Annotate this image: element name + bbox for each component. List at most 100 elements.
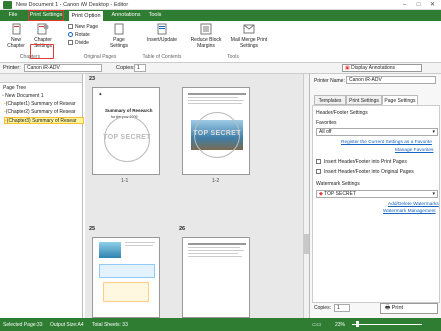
tree-item-document[interactable]: ▫ New Document 1 [2,93,82,100]
tab-file[interactable]: File [4,10,22,21]
tab-print-settings[interactable]: Print Settings [28,10,64,21]
page-number-26: 26 [179,226,186,232]
watermark-stamp: TOP SECRET [193,130,241,137]
rp-copies-label: Copies: [314,305,331,311]
tree-item-chapter-2[interactable]: ▪(Chapter2) Summary of Resear [4,109,84,116]
page-thumbnail-26[interactable] [182,237,250,318]
title-bar: New Document 1 - Canon iW Desktop - Edit… [0,0,441,10]
page-thumbnail-24[interactable]: TOP SECRET [182,87,250,175]
new-page-icon [68,24,73,30]
printer-select[interactable]: Canon iR-ADV [24,64,102,72]
page-23-heading: Summary of Research [105,108,153,113]
page-caption: 1-1 [121,178,129,184]
divide-button[interactable]: Divide [68,40,89,47]
minimize-button[interactable]: – [398,0,411,10]
page-26-text-line [188,253,238,254]
new-chapter-icon [12,23,20,35]
insert-update-button[interactable]: Insert/Update [143,23,181,43]
tab-tools[interactable]: Tools [146,10,164,21]
copies-input[interactable]: 1 [134,64,146,72]
insert-hf-print-checkbox[interactable] [316,159,321,164]
page-25-text-line [125,242,155,243]
page-number-23: 23 [89,76,96,82]
tab-page-settings[interactable]: Page Settings [382,95,418,105]
page-23-org: ◆ [99,92,102,96]
tree-item-chapter-1[interactable]: ▪(Chapter1) Summary of Resear [4,101,84,108]
display-annotations-label: Display Annotations [351,65,396,71]
rotate-icon [68,32,73,38]
watermark-stamp: TOP SECRET [103,134,151,141]
new-chapter-button[interactable]: New Chapter [5,23,27,49]
reduce-block-margins-icon [200,23,212,35]
page-settings-icon [114,23,124,35]
page-24-text-line [188,103,242,104]
status-output-size: Output Size:A4 [50,322,84,328]
page-settings-panel: Header/Footer Settings Favorites All off… [312,105,440,303]
tree-item-chapter-3[interactable]: ▪(Chapter3) Summary of Resear [4,117,84,124]
printer-label: Printer: [3,65,21,71]
window-title: New Document 1 - Canon iW Desktop - Edit… [16,2,129,8]
reduce-block-margins-button[interactable]: Reduce Block Margins [190,23,222,49]
page-25-photo [99,242,121,258]
rp-copies-input[interactable]: 1 [334,304,350,312]
tab-annotations[interactable]: Annotations [107,10,145,21]
group-chapters-label: Chapters [19,54,41,60]
watermark-management-link[interactable]: Watermark Management [383,209,436,214]
tree-item-label: (Chapter2) Summary of Resear [5,109,76,115]
page-24-text-line [188,100,244,101]
header-footer-settings-label: Header/Footer Settings [316,110,368,116]
display-annotations-button[interactable]: ▣ Display Annotations [342,64,422,72]
mail-merge-print-settings-label: Mail Merge Print Settings [230,37,268,49]
status-bar: Selected Page:33 Output Size:A4 Total Sh… [0,318,441,331]
tree-item-label: New Document 1 [5,93,44,99]
zoom-slider[interactable] [352,324,422,325]
page-tree-title: Page Tree [3,85,27,91]
watermark-select[interactable]: ◆ TOP SECRET ▾ [316,190,438,198]
document-view[interactable]: 23 ◆ Summary of Research for the year 20… [85,74,303,318]
rotate-button[interactable]: Rotate [68,32,90,39]
status-total-sheets: Total Sheets: 33 [92,322,128,328]
group-table-of-contents-label: Table of Contents [142,54,182,60]
view-icon: ▭▭ [312,322,322,328]
tab-templates[interactable]: Templates [314,95,346,105]
maximize-button[interactable]: □ [412,0,425,10]
page-thumbnail-23[interactable]: ◆ Summary of Research for the year 2009 … [92,87,160,175]
page-number-25: 25 [89,226,96,232]
settings-pane: Printer Name: Canon iR-ADV Templates Pri… [309,74,441,318]
zoom-slider-thumb[interactable] [356,321,359,327]
print-button-label: Print [391,305,404,311]
insert-hf-original-checkbox[interactable] [316,169,321,174]
watermark-settings-label: Watermark Settings [316,181,360,187]
chapter-settings-icon [37,23,49,35]
page-25-text-line [125,245,153,246]
favorites-select[interactable]: All off ▾ [316,128,438,136]
watermark-value: TOP SECRET [324,191,356,197]
mail-merge-icon [243,24,255,34]
ribbon: New Chapter Chapter Settings New Page Ro… [0,21,441,63]
manage-favorites-link[interactable]: Manage Favorites [395,148,433,153]
new-chapter-label: New Chapter [7,37,25,49]
page-settings-button[interactable]: Page Settings [107,23,131,49]
page-24-text-line [188,93,246,95]
page-24-text-line [188,97,238,98]
page-thumbnail-25[interactable] [92,237,160,318]
page-25-table [99,264,155,278]
close-button[interactable]: ✕ [426,0,439,10]
page-settings-label: Page Settings [109,37,129,49]
chevron-down-icon: ▾ [432,191,435,197]
page-26-text-line [188,256,242,257]
insert-hf-original-label: Insert Header/Footer into Original Pages [324,169,414,175]
tab-rp-print-settings[interactable]: Print Settings [346,95,382,105]
register-favorite-link[interactable]: Register the Current Settings as a Favor… [341,140,432,145]
tab-print-option[interactable]: Print Option [68,10,104,21]
new-page-button[interactable]: New Page [68,24,98,31]
add-delete-watermarks-link[interactable]: Add/Delete Watermarks [388,202,439,207]
print-button[interactable]: 🖶 Print [380,303,438,314]
insert-update-label: Insert/Update [146,37,178,43]
view-mode-buttons[interactable]: ▭▭ [312,322,328,328]
rp-printer-select[interactable]: Canon iR-ADV [346,76,436,84]
mail-merge-print-settings-button[interactable]: Mail Merge Print Settings [228,23,270,49]
insert-update-icon [157,23,167,35]
reduce-block-margins-label: Reduce Block Margins [190,37,222,49]
left-pane-toolbar [0,74,83,83]
